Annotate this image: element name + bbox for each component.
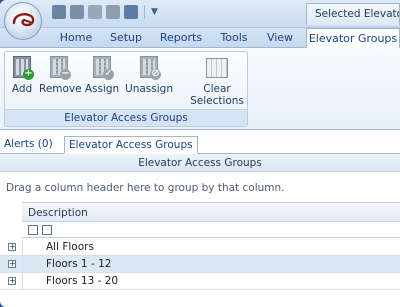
application-window: ▼ Selected Elevator... Home Setup Report…: [0, 0, 400, 307]
grid-rows: + All Floors + Floors 1 - 12 + Floors 13…: [0, 239, 400, 290]
expand-icon[interactable]: +: [8, 243, 16, 251]
assign-button[interactable]: ✓ Assign: [83, 54, 121, 95]
tab-elevator-groups[interactable]: Elevator Groups: [306, 28, 400, 49]
title-bar: ▼ Selected Elevator...: [0, 0, 400, 28]
tab-tools[interactable]: Tools: [214, 28, 254, 48]
unassign-button-label: Unassign: [125, 83, 173, 95]
unassign-icon: ⊘: [137, 56, 161, 80]
expand-icon[interactable]: +: [8, 260, 16, 268]
table-row[interactable]: + Floors 1 - 12: [0, 256, 400, 273]
tab-elevator-access-groups[interactable]: Elevator Access Groups: [64, 136, 198, 154]
add-button[interactable]: + Add: [7, 54, 37, 95]
app-logo-icon: [12, 13, 35, 27]
grid-clear-icon: [205, 56, 229, 80]
save-all-icon[interactable]: [70, 5, 84, 19]
clear-selections-label-line1: Clear: [203, 83, 231, 95]
row-description: Floors 1 - 12: [46, 258, 112, 270]
grid-title: Elevator Access Groups: [0, 154, 400, 172]
document-tab-strip: Alerts (0) Elevator Access Groups: [0, 136, 400, 154]
table-row[interactable]: + All Floors: [0, 239, 400, 256]
expand-icon[interactable]: +: [8, 277, 16, 285]
unassign-button[interactable]: ⊘ Unassign: [123, 54, 175, 95]
tab-home[interactable]: Home: [52, 28, 100, 48]
building-remove-icon: −: [47, 56, 71, 80]
toolbar-separator: [144, 5, 145, 19]
print-preview-icon[interactable]: [106, 5, 120, 19]
quick-access-toolbar: ▼: [52, 5, 159, 19]
contextual-tab-title: Selected Elevator...: [306, 3, 400, 25]
assign-icon: ✓: [90, 56, 114, 80]
print-icon[interactable]: [88, 5, 102, 19]
table-row[interactable]: + Floors 13 - 20: [0, 273, 400, 290]
tab-view[interactable]: View: [260, 28, 300, 48]
row-description: All Floors: [46, 241, 94, 253]
remove-button-label: Remove: [39, 83, 82, 95]
tab-setup[interactable]: Setup: [104, 28, 148, 48]
save-icon[interactable]: [52, 5, 66, 19]
column-header-description[interactable]: Description: [22, 202, 400, 222]
clear-selections-label-line2: Selections: [190, 95, 244, 107]
ribbon-group-label: Elevator Access Groups: [5, 109, 247, 126]
ribbon-tab-row: Home Setup Reports Tools View Elevator G…: [0, 28, 400, 49]
filter-text-icon[interactable]: [42, 225, 52, 235]
remove-button[interactable]: − Remove: [39, 54, 82, 95]
tab-reports[interactable]: Reports: [154, 28, 208, 48]
ribbon-panel: + Add − Remove ✓ Assign ⊘ Unassign Clear…: [0, 48, 400, 130]
filter-clear-icon[interactable]: [28, 225, 38, 235]
clear-selections-button[interactable]: Clear Selections: [189, 54, 245, 107]
group-by-panel[interactable]: Drag a column header here to group by th…: [6, 182, 285, 194]
add-button-label: Add: [11, 83, 33, 95]
filter-row: [22, 223, 400, 238]
assign-button-label: Assign: [84, 83, 120, 95]
row-description: Floors 13 - 20: [46, 275, 119, 287]
building-add-icon: +: [10, 56, 34, 80]
application-menu-button[interactable]: [4, 2, 42, 40]
ribbon-group-elevator-access-groups: + Add − Remove ✓ Assign ⊘ Unassign Clear…: [4, 51, 248, 127]
tab-alerts[interactable]: Alerts (0): [0, 136, 57, 154]
customize-toolbar-icon[interactable]: ▼: [151, 5, 159, 19]
flag-icon[interactable]: [124, 5, 138, 19]
